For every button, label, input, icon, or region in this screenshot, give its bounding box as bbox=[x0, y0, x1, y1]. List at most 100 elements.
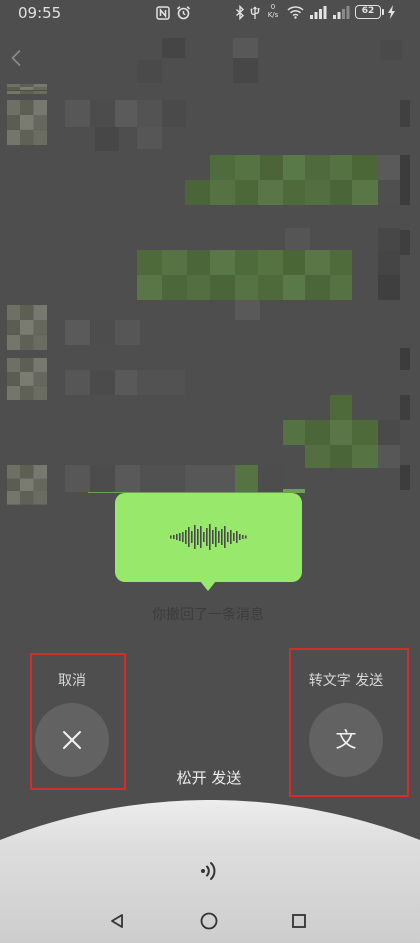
mosaic-block bbox=[115, 370, 137, 395]
convert-to-text-label: 转文字 发送 bbox=[308, 673, 384, 689]
mosaic-block bbox=[330, 420, 352, 445]
network-speed-unit: K/s bbox=[267, 11, 279, 19]
contact-avatar bbox=[7, 84, 47, 94]
wifi-icon bbox=[287, 6, 304, 19]
recalled-message-notice: 你撤回了一条消息 bbox=[152, 607, 264, 623]
mosaic-block bbox=[258, 180, 283, 205]
mosaic-block bbox=[137, 370, 185, 395]
waveform-bar bbox=[173, 535, 175, 539]
waveform-bar bbox=[236, 531, 238, 543]
mosaic-block bbox=[140, 465, 185, 492]
mosaic-block bbox=[162, 38, 185, 58]
waveform-bar bbox=[218, 531, 220, 543]
waveform-bar bbox=[209, 524, 211, 550]
battery-indicator: 62 bbox=[355, 5, 381, 19]
mosaic-block bbox=[235, 250, 258, 275]
waveform-bar bbox=[194, 525, 196, 549]
mosaic-block bbox=[352, 445, 378, 468]
waveform-bar bbox=[182, 532, 184, 542]
waveform-bar bbox=[221, 529, 223, 545]
mosaic-block bbox=[400, 155, 410, 205]
signal-icon bbox=[310, 6, 327, 19]
waveform-bar bbox=[233, 533, 235, 541]
mosaic-block bbox=[378, 228, 400, 250]
mosaic-block bbox=[137, 60, 162, 83]
waveform-bar bbox=[170, 535, 172, 539]
mosaic-block bbox=[330, 395, 352, 420]
mosaic-block bbox=[90, 320, 115, 345]
mosaic-block bbox=[210, 250, 235, 275]
release-to-send-hint: 松开 发送 bbox=[176, 769, 242, 787]
convert-text-glyph: 文 bbox=[335, 728, 357, 752]
mosaic-block bbox=[235, 275, 258, 300]
cancel-button[interactable] bbox=[35, 703, 109, 777]
waveform-bar bbox=[224, 526, 226, 548]
mosaic-block bbox=[137, 275, 162, 300]
mosaic-block bbox=[305, 180, 330, 205]
usb-icon bbox=[250, 6, 260, 19]
waveform-bar bbox=[203, 532, 205, 542]
mosaic-block bbox=[330, 445, 352, 468]
waveform-icon bbox=[170, 524, 247, 550]
network-speed: 0 K/s bbox=[265, 3, 281, 19]
mosaic-block bbox=[235, 180, 258, 205]
mosaic-block bbox=[137, 100, 162, 127]
waveform-bar bbox=[191, 531, 193, 543]
nfc-icon bbox=[156, 6, 170, 20]
mosaic-block bbox=[235, 465, 258, 492]
cancel-label: 取消 bbox=[58, 673, 86, 689]
status-bar: 09:55 0 K/s 62 bbox=[0, 0, 420, 28]
chevron-left-icon[interactable] bbox=[10, 49, 22, 67]
close-icon bbox=[63, 731, 81, 749]
waveform-bar bbox=[197, 529, 199, 545]
contact-avatar bbox=[7, 100, 47, 145]
mosaic-block bbox=[258, 155, 283, 180]
mosaic-block bbox=[90, 465, 115, 492]
mosaic-block bbox=[95, 127, 119, 151]
mosaic-block bbox=[283, 275, 305, 300]
mosaic-block bbox=[115, 465, 140, 492]
mosaic-block bbox=[378, 180, 400, 205]
mosaic-block bbox=[235, 300, 260, 320]
mosaic-block bbox=[258, 250, 283, 275]
waveform-bar bbox=[188, 527, 190, 547]
mosaic-block bbox=[210, 275, 235, 300]
mosaic-block bbox=[65, 370, 90, 395]
mosaic-block bbox=[187, 250, 210, 275]
mosaic-block bbox=[137, 127, 162, 149]
mosaic-block bbox=[378, 275, 400, 300]
mosaic-block bbox=[162, 275, 187, 300]
nav-home-icon[interactable] bbox=[200, 912, 218, 930]
battery-terminal bbox=[382, 9, 384, 15]
mosaic-block bbox=[258, 465, 283, 492]
mosaic-block bbox=[185, 465, 235, 492]
waveform-bar bbox=[212, 530, 214, 544]
screen: 09:55 0 K/s 62 你撤回了一条消息 取消 转文字 发送 文 松开 发… bbox=[0, 0, 420, 943]
waveform-bar bbox=[245, 535, 247, 539]
mosaic-block bbox=[378, 250, 400, 275]
contact-avatar bbox=[7, 358, 47, 400]
mosaic-block bbox=[210, 180, 235, 205]
mosaic-block bbox=[187, 275, 210, 300]
mosaic-block bbox=[90, 370, 115, 395]
mosaic-block bbox=[400, 230, 410, 255]
waveform-bar bbox=[185, 530, 187, 544]
mosaic-block bbox=[210, 155, 235, 180]
nav-back-icon[interactable] bbox=[109, 913, 125, 929]
mosaic-block bbox=[330, 275, 352, 300]
nav-recents-icon[interactable] bbox=[291, 913, 307, 929]
mosaic-block bbox=[380, 40, 402, 60]
voice-recording-bubble bbox=[115, 493, 302, 582]
mosaic-block bbox=[330, 180, 352, 205]
charging-bolt-icon bbox=[388, 5, 395, 19]
mosaic-block bbox=[285, 228, 310, 250]
mosaic-block bbox=[90, 100, 115, 127]
convert-to-text-button[interactable]: 文 bbox=[309, 703, 383, 777]
mosaic-block bbox=[283, 250, 305, 275]
mosaic-block bbox=[400, 395, 410, 420]
mosaic-block bbox=[352, 155, 378, 180]
status-time: 09:55 bbox=[18, 4, 62, 22]
sound-wave-icon bbox=[201, 862, 216, 880]
mosaic-block bbox=[162, 250, 187, 275]
mosaic-block bbox=[400, 100, 410, 127]
